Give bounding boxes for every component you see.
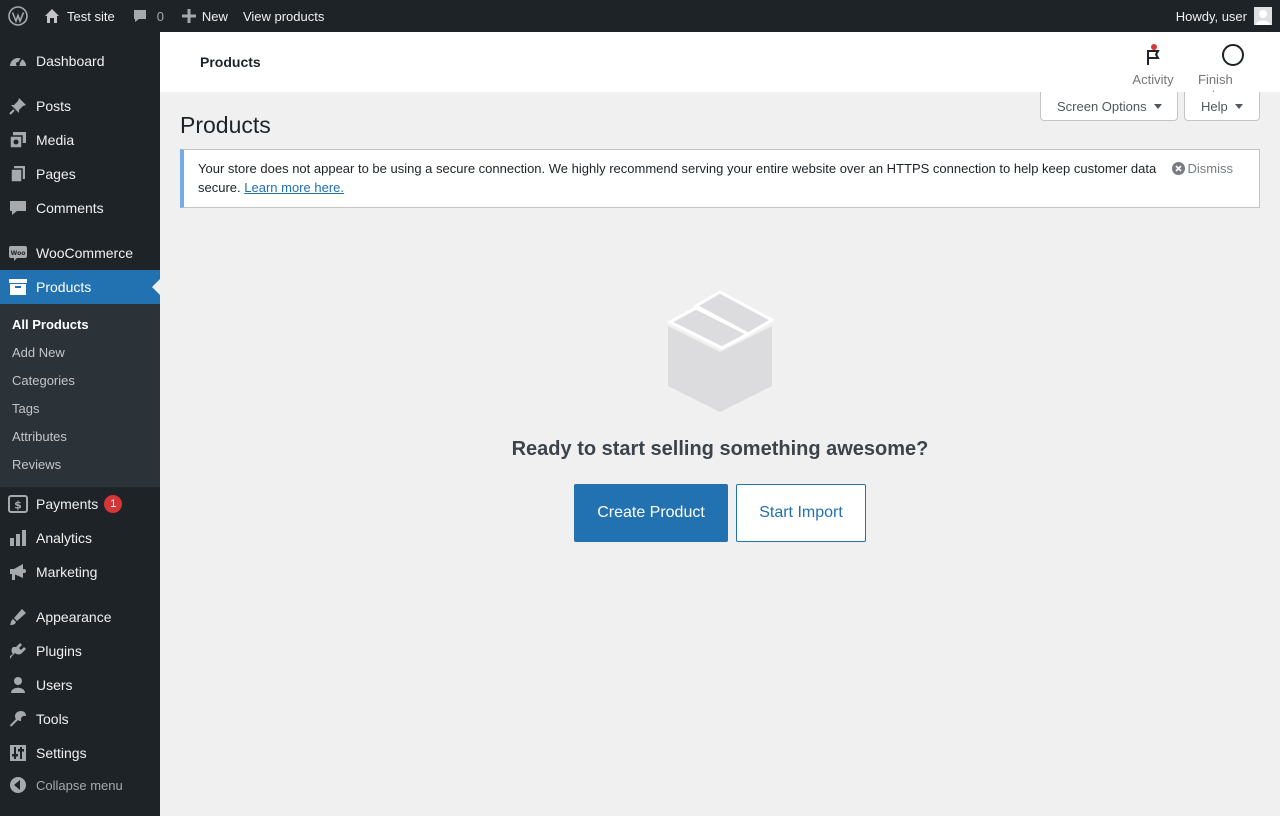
notice-message: Your store does not appear to be using a… [198,159,1168,197]
help-button[interactable]: Help [1184,92,1260,121]
sidebar-item-marketing[interactable]: Marketing [0,555,160,589]
sidebar-item-label: Appearance [36,609,112,625]
products-submenu: All Products Add New Categories Tags Att… [0,304,160,487]
home-icon [45,9,59,23]
header-page-name: Products [200,54,261,70]
caret-down-icon [1153,103,1162,109]
screen-options-label: Screen Options [1057,98,1147,114]
product-box-illustration [666,290,776,417]
plus-icon [181,9,196,23]
sidebar-item-payments[interactable]: $ Payments 1 [0,487,160,521]
dismiss-button[interactable]: Dismiss [1171,161,1234,176]
archive-icon [0,270,36,304]
sidebar-item-label: Media [36,132,75,148]
create-product-button[interactable]: Create Product [574,484,728,542]
wordpress-logo-icon[interactable] [2,0,34,32]
comments-count: 0 [156,8,164,24]
start-import-button[interactable]: Start Import [736,484,866,542]
comments-link[interactable]: 0 [132,0,164,32]
sidebar-item-label: WooCommerce [36,245,133,261]
svg-text:$: $ [14,499,22,512]
sidebar-item-woocommerce[interactable]: Woo WooCommerce [0,236,160,270]
sidebar-item-label: Settings [36,745,87,761]
https-notice: Your store does not appear to be using a… [180,149,1260,208]
avatar [1254,7,1272,25]
sidebar-item-analytics[interactable]: Analytics [0,521,160,555]
sidebar-item-label: Plugins [36,643,82,659]
dashboard-icon [0,44,36,78]
woocommerce-header: Products Activity Finish setup [160,32,1280,102]
collapse-menu-label: Collapse menu [36,777,123,793]
submenu-all-products[interactable]: All Products [12,317,89,332]
comment-bubble-icon [133,10,146,22]
submenu-tags[interactable]: Tags [12,401,39,416]
site-name-link[interactable]: Test site [44,0,115,32]
sidebar-item-dashboard[interactable]: Dashboard [0,44,160,78]
sidebar-item-pages[interactable]: Pages [0,157,160,191]
comment-icon [0,191,36,225]
caret-down-icon [1234,103,1243,109]
sidebar-item-label: Dashboard [36,53,105,69]
admin-bar: Test site 0 New View products Howdy, use… [0,0,1280,32]
close-circle-icon [1171,162,1185,175]
submenu-attributes[interactable]: Attributes [12,429,67,444]
dollar-icon: $ [0,487,36,521]
new-label: New [201,8,228,24]
submenu-categories[interactable]: Categories [12,373,75,388]
bar-chart-icon [0,521,36,555]
woo-icon: Woo [0,236,36,270]
sidebar-item-label: Analytics [36,530,93,546]
submenu-add-new[interactable]: Add New [12,345,65,360]
howdy-text: Howdy, user [1175,8,1247,24]
pin-icon [0,89,36,123]
sidebar-item-label: Products [36,279,92,295]
learn-more-link[interactable]: Learn more here. [244,180,344,195]
brush-icon [0,600,36,634]
sidebar-item-label: Payments [36,496,99,512]
empty-state-message: Ready to start selling something awesome… [511,438,929,460]
sidebar-item-label: Pages [36,166,76,182]
sidebar-item-label: Tools [36,711,69,727]
sidebar-item-label: Comments [36,200,104,216]
megaphone-icon [0,555,36,589]
payments-badge: 1 [104,495,123,513]
submenu-reviews[interactable]: Reviews [12,457,61,472]
collapse-menu-button[interactable]: Collapse menu [0,772,160,798]
activity-button[interactable]: Activity [1132,42,1174,87]
sidebar-item-label: Users [36,677,73,693]
sidebar-item-label: Posts [36,98,72,114]
sidebar-item-comments[interactable]: Comments [0,191,160,225]
view-products-link[interactable]: View products [243,0,324,32]
user-icon [0,668,36,702]
user-account-menu[interactable]: Howdy, user [1176,0,1272,32]
media-icon [0,123,36,157]
sidebar-item-tools[interactable]: Tools [0,702,160,736]
admin-sidebar: Dashboard Posts Media Pages Comments Woo… [0,32,160,816]
sidebar-item-plugins[interactable]: Plugins [0,634,160,668]
sliders-icon [0,736,36,770]
sidebar-item-users[interactable]: Users [0,668,160,702]
svg-text:Woo: Woo [11,250,26,257]
wrench-icon [0,702,36,736]
page-title: Products [180,112,271,138]
sidebar-item-settings[interactable]: Settings [0,736,160,770]
sidebar-item-posts[interactable]: Posts [0,89,160,123]
dismiss-label: Dismiss [1187,161,1234,176]
new-content-link[interactable]: New [181,0,228,32]
pages-icon [0,157,36,191]
site-name: Test site [67,8,115,24]
sidebar-item-media[interactable]: Media [0,123,160,157]
sidebar-item-products[interactable]: Products [0,270,160,304]
flag-icon [1143,42,1163,68]
activity-label: Activity [1132,72,1174,87]
plug-icon [0,634,36,668]
screen-options-button[interactable]: Screen Options [1040,92,1178,121]
help-label: Help [1201,98,1228,114]
progress-circle-icon [1221,42,1245,68]
sidebar-item-appearance[interactable]: Appearance [0,600,160,634]
sidebar-item-label: Marketing [36,564,98,580]
collapse-arrow-icon [0,776,36,794]
